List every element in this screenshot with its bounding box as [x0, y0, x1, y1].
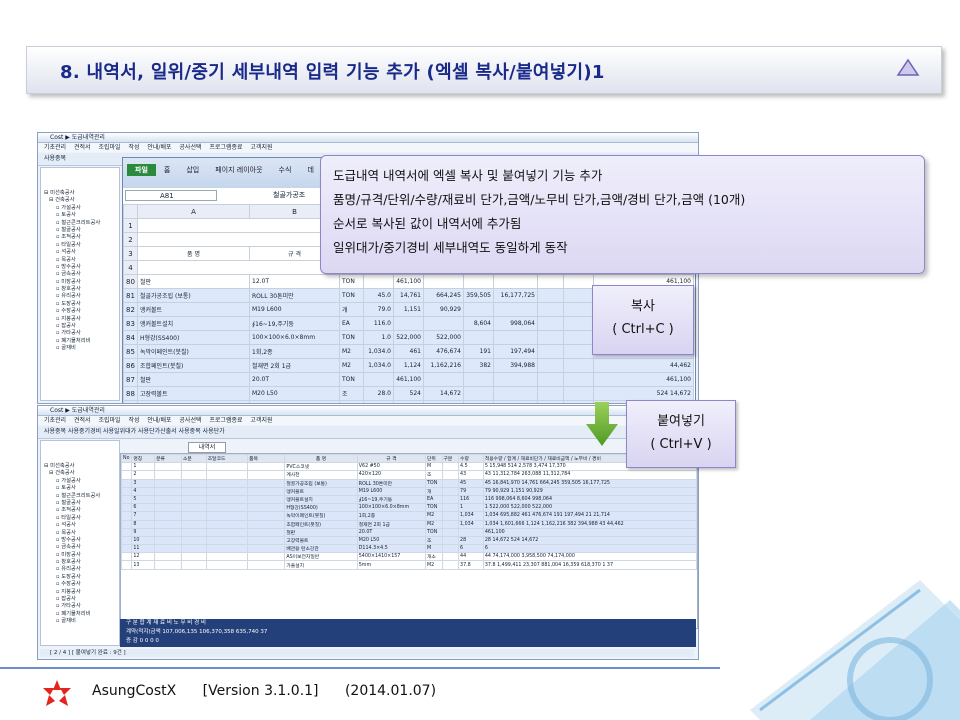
ribbon-tab[interactable]: 홈	[156, 164, 178, 176]
ribbon-tab[interactable]: 수식	[271, 164, 300, 176]
tree-item[interactable]: ▫ 가타공사	[44, 330, 119, 337]
col-header-a[interactable]: A	[137, 204, 250, 219]
tree-item[interactable]: ▫ 철근콘크리트공사	[44, 220, 119, 227]
tree-item[interactable]: ⊟ 건축공사	[44, 470, 119, 477]
tree-item[interactable]: ▫ 석공사	[44, 522, 119, 529]
copy-shortcut: ( Ctrl+C )	[612, 322, 674, 337]
tree-item[interactable]: ▫ 미장공사	[44, 552, 119, 559]
ribbon-tab[interactable]: 페이지 레이아웃	[207, 164, 270, 176]
excel-row[interactable]: 88 고장력볼트 M20 L50 조 28.0 524 14,672 524 14,672	[123, 386, 694, 401]
callout-line-3: 순서로 복사된 값이 내역서에 추가됨	[333, 216, 522, 231]
tree-item[interactable]: ▫ 조적공사	[44, 234, 119, 241]
detail-grid[interactable]: No 명칭 분류 소분 조달코드 품목 품 명규 격 단위 구분 수량 적용수량 / 합계 / 재료…	[121, 454, 697, 570]
tree-item[interactable]: ▫ 미장공사	[44, 279, 119, 286]
triangle-up-icon[interactable]	[896, 58, 920, 78]
detail-grid-panel: No 명칭 분류 소분 조달코드 품목 품 명규 격 단위 구분 수량 적용수량 / 합계 / 재료…	[120, 453, 698, 629]
ribbon-tab[interactable]: 파일	[127, 164, 156, 176]
excel-row[interactable]: 87 철판 20.0T TON 461,100 461,100	[123, 372, 694, 387]
tree-item[interactable]: ▫ 골재비	[44, 618, 119, 625]
page-title: 8. 내역서, 일위/중기 세부내역 입력 기능 추가 (엑셀 복사/붙여넣기)…	[60, 62, 605, 83]
detail-row[interactable]: 5 앵커볼트설치 ∮16~19,주기둥 EA 116 116 998,064 8,604 …	[121, 494, 697, 505]
detail-row[interactable]: 10 고장력볼트 M20 L50 조 28 28 14,672 524 14,672	[121, 535, 697, 546]
footer-info: AsungCostX [Version 3.1.0.1] (2014.01.07…	[92, 683, 458, 699]
detail-row[interactable]: 12 AS이보전자일반 5400×1410×157 개소 44 44 74,174,000…	[121, 552, 697, 562]
status-bar: [ 2 / 4 ] [ 붙여넣기 완료 : 9건 ]	[40, 649, 694, 657]
excel-row[interactable]: 86 조합페인트(붓칠) 철재면 2회 1급 M2 1,034.0 1,124 1,162,…	[123, 358, 694, 373]
paste-shortcut: ( Ctrl+V )	[650, 437, 712, 452]
copy-callout: 복사 ( Ctrl+C )	[592, 285, 694, 355]
callout-line-4: 일위대가/중기경비 세부내역도 동일하게 동작	[333, 240, 568, 255]
tree-item[interactable]: ▫ 골재비	[44, 345, 119, 352]
tree-item[interactable]: ▫ 지붕공사	[44, 589, 119, 596]
window-title: Cost ▶ 도급내역관리	[38, 133, 698, 143]
tree-item[interactable]: ▫ 목공사	[44, 257, 119, 264]
detail-row[interactable]: 1 PVC스코넷 V62 #50 M 4.5 5 15,948 514 2,578 3,4…	[121, 462, 697, 472]
paste-title: 붙여넣기	[657, 414, 705, 429]
tree-item[interactable]: ▫ 가타공사	[44, 603, 119, 610]
menu-bar[interactable]: 기초관리 견적서 조립마일 작성 안내/배포 공사선택 프로그램종료 고객지원	[38, 143, 698, 152]
detail-row[interactable]: 6 H형강(SS400) 100×100×6.0×8mm TON 1 1 522,000 …	[121, 503, 697, 513]
tree-item[interactable]: ▫ 금속공사	[44, 544, 119, 551]
footer-app-name: AsungCostX	[92, 683, 177, 699]
tree-item[interactable]: ▫ 토공사	[44, 212, 119, 219]
tree-item[interactable]: ▫ 지붕공사	[44, 316, 119, 323]
callout-line-2: 품명/규격/단위/수량/재료비 단가,금액/노무비 단가,금액/경비 단가,금액…	[333, 192, 746, 207]
drafting-tools-image	[750, 580, 960, 720]
tree-item[interactable]: ⊟ 건축공사	[44, 197, 119, 204]
footer-version: [Version 3.1.0.1]	[202, 683, 319, 699]
name-box[interactable]: A81	[125, 190, 217, 201]
ribbon-tab[interactable]: 데	[299, 164, 321, 176]
detail-row[interactable]: 13 가줄설치 5mm M2 37.8 37.8 1,499,411 23,307 881…	[121, 560, 697, 570]
paste-callout: 붙여넣기 ( Ctrl+V )	[626, 400, 736, 468]
tab-contract[interactable]: 내역서	[188, 442, 226, 453]
callout-line-1: 도급내역 내역서에 엑셀 복사 및 붙여넣기 기능 추가	[333, 168, 603, 183]
tree-item[interactable]: ▫ 목공사	[44, 530, 119, 537]
detail-row[interactable]: 2 계사천 420×120 조 43 43 11,312,784 263,088 11,3…	[121, 470, 697, 480]
detail-row[interactable]: 9 철판 20.0T TON 461,100	[121, 527, 697, 537]
tree-item[interactable]: ▫ 철근콘크리트공사	[44, 493, 119, 500]
tree-item[interactable]: ▫ 조적공사	[44, 507, 119, 514]
detail-row[interactable]: 4 앵커볼트 M19 L600 개 79 79 90,929 1,151 90,929	[121, 486, 697, 496]
detail-row[interactable]: 3 철골가공조립 (보통) ROLL 30톤미만 TON 45 45 16,841,970…	[121, 478, 697, 488]
copy-title: 복사	[631, 299, 655, 314]
arrow-down-icon	[586, 402, 618, 446]
tree-item[interactable]: ▫ 수장공사	[44, 308, 119, 315]
tree-item[interactable]: ▫ 유리공사	[44, 566, 119, 573]
detail-row[interactable]: 11 배관용 탄소강관 D114.3×4.5 M 6 6	[121, 544, 697, 554]
detail-row[interactable]: 7 녹막이페인트(붓칠) 1회,2종 M2 1,034 1,034 695,882 461…	[121, 511, 697, 521]
tree-item[interactable]: ▫ 유리공사	[44, 293, 119, 300]
tree-panel: ⊟ 미선축공사 ⊟ 건축공사 ▫ 가설공사 ▫ 토공사 ▫ 철근콘크리트공사 ▫ 철골공사…	[40, 167, 120, 401]
tree-item[interactable]: ▫ 토공사	[44, 485, 119, 492]
feature-callout: 도급내역 내역서에 엑셀 복사 및 붙여넣기 기능 추가 품명/규격/단위/수량…	[320, 155, 925, 274]
tree-item[interactable]: ▫ 석공사	[44, 249, 119, 256]
ribbon-tab[interactable]: 삽입	[178, 164, 207, 176]
tree-item[interactable]: ▫ 금속공사	[44, 271, 119, 278]
company-logo-icon	[43, 680, 71, 706]
totals-panel: 구 분 합 계 재 료 비 노 무 비 경 비 계약(적지)금액 107,006…	[120, 619, 696, 647]
footer-divider	[0, 667, 720, 669]
detail-row[interactable]: 8 조합페인트(붓칠) 철재면 2회 1급 M2 1,034 1,034 1,601,66…	[121, 519, 697, 529]
tree-item[interactable]: ▫ 수장공사	[44, 581, 119, 588]
header-name: 품 명	[137, 246, 250, 261]
tree-panel-2: ⊟ 미선축공사 ⊟ 건축공사 ▫ 가설공사 ▫ 토공사 ▫ 철근콘크리트공사 ▫ 철골공사…	[40, 440, 120, 646]
footer-date: (2014.01.07)	[344, 683, 437, 699]
